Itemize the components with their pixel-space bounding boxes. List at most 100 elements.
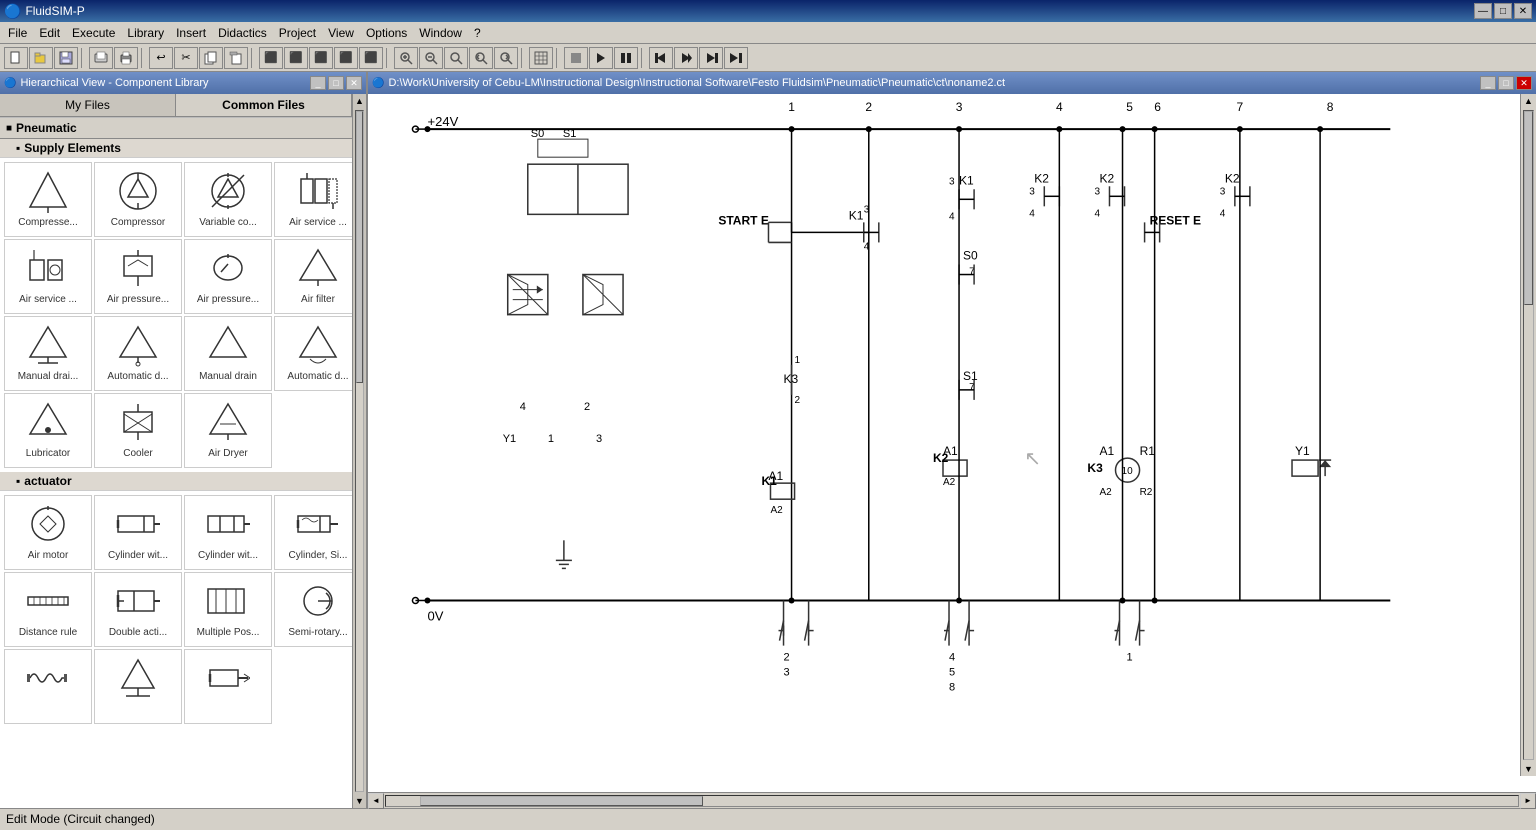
comp-manual-drain-1[interactable]: Manual drai... [4, 316, 92, 391]
close-button[interactable]: ✕ [1514, 3, 1532, 19]
diagram-maximize[interactable]: □ [1498, 76, 1514, 90]
fast-forward-button[interactable] [699, 47, 723, 69]
table-button[interactable] [529, 47, 553, 69]
subcat-actuator[interactable]: ▪ actuator [0, 472, 366, 491]
maximize-button[interactable]: □ [1494, 3, 1512, 19]
new-button[interactable] [4, 47, 28, 69]
svg-text:S0: S0 [963, 248, 978, 262]
comp-manual-drain-2[interactable]: Manual drain [184, 316, 272, 391]
pause-button[interactable] [614, 47, 638, 69]
menu-file[interactable]: File [2, 24, 33, 42]
tab-my-files[interactable]: My Files [0, 94, 176, 116]
v-scroll-up[interactable]: ▲ [1521, 94, 1536, 108]
zoom-next-button[interactable] [494, 47, 518, 69]
h-scroll-right[interactable]: ► [1520, 793, 1536, 809]
comp-air-pressure-gauge[interactable]: Air pressure... [184, 239, 272, 314]
align-right-button[interactable]: ⬛ [309, 47, 333, 69]
menu-edit[interactable]: Edit [33, 24, 66, 42]
undo-button[interactable]: ↩ [149, 47, 173, 69]
menu-options[interactable]: Options [360, 24, 413, 42]
zoom-prev-button[interactable] [469, 47, 493, 69]
menu-view[interactable]: View [322, 24, 360, 42]
comp-cylinder-2[interactable]: Cylinder wit... [184, 495, 272, 570]
circuit-diagram-area[interactable]: ▲ ▼ +24V 0V [368, 94, 1536, 792]
circuit-svg: +24V 0V 1 2 3 4 5 6 7 8 [368, 94, 1520, 776]
comp-actuator-10[interactable] [94, 649, 182, 724]
open-button[interactable] [29, 47, 53, 69]
comp-actuator-11[interactable] [184, 649, 272, 724]
cat-pneumatic[interactable]: ■ Pneumatic [0, 117, 366, 139]
comp-variable-compressor[interactable]: Variable co... [184, 162, 272, 237]
comp-automatic-drain-1[interactable]: Automatic d... [94, 316, 182, 391]
library-minimize[interactable]: _ [310, 76, 326, 90]
align-bottom-button[interactable]: ⬛ [359, 47, 383, 69]
comp-air-motor[interactable]: Air motor [4, 495, 92, 570]
comp-air-service-1[interactable]: Air service ... [274, 162, 362, 237]
comp-cylinder-si[interactable]: Cylinder, Si... [274, 495, 362, 570]
diagram-close[interactable]: ✕ [1516, 76, 1532, 90]
zoom-out-button[interactable] [419, 47, 443, 69]
comp-compressor[interactable]: Compressor [94, 162, 182, 237]
comp-distance-rule[interactable]: Distance rule [4, 572, 92, 647]
stop-button[interactable] [564, 47, 588, 69]
comp-automatic-drain-2[interactable]: Automatic d... [274, 316, 362, 391]
menu-window[interactable]: Window [413, 24, 468, 42]
comp-air-service-2[interactable]: Air service ... [4, 239, 92, 314]
lubricator-icon [24, 398, 72, 446]
svg-text:8: 8 [1327, 100, 1334, 114]
comp-lubricator[interactable]: Lubricator [4, 393, 92, 468]
v-scroll-thumb[interactable] [1524, 111, 1533, 305]
cut-button[interactable]: ✂ [174, 47, 198, 69]
menu-didactics[interactable]: Didactics [212, 24, 273, 42]
comp-actuator-9[interactable] [4, 649, 92, 724]
comp-air-pressure-switch[interactable]: Air pressure... [94, 239, 182, 314]
diagram-minimize[interactable]: _ [1480, 76, 1496, 90]
align-top-button[interactable]: ⬛ [334, 47, 358, 69]
h-scroll-thumb[interactable] [420, 796, 703, 806]
print-button[interactable] [114, 47, 138, 69]
cat-pneumatic-label: Pneumatic [16, 121, 77, 135]
menu-project[interactable]: Project [273, 24, 322, 42]
h-scroll-left[interactable]: ◄ [368, 793, 384, 809]
comp-air-filter[interactable]: Air filter [274, 239, 362, 314]
align-left-button[interactable]: ⬛ [259, 47, 283, 69]
step-back-button[interactable] [649, 47, 673, 69]
comp-cylinder-1[interactable]: Cylinder wit... [94, 495, 182, 570]
subcat-supply-elements[interactable]: ▪ Supply Elements [0, 139, 366, 158]
comp-multiple-pos[interactable]: Multiple Pos... [184, 572, 272, 647]
scroll-up-btn[interactable]: ▲ [353, 94, 366, 108]
comp-cooler[interactable]: Cooler [94, 393, 182, 468]
lib-scrollbar[interactable]: ▲ ▼ [352, 94, 366, 808]
comp-compressor-fixed[interactable]: Compresse... [4, 162, 92, 237]
v-scroll-down[interactable]: ▼ [1521, 762, 1536, 776]
menu-help[interactable]: ? [468, 24, 487, 42]
paste-button[interactable] [224, 47, 248, 69]
library-close[interactable]: ✕ [346, 76, 362, 90]
svg-text:A2: A2 [943, 477, 956, 488]
menu-library[interactable]: Library [121, 24, 170, 42]
save-button[interactable] [54, 47, 78, 69]
cylinder-si-icon [294, 500, 342, 548]
air-service-2-icon [24, 244, 72, 292]
zoom-in-button[interactable] [394, 47, 418, 69]
svg-text:8: 8 [949, 682, 955, 694]
step-forward-button[interactable] [674, 47, 698, 69]
tab-common-files[interactable]: Common Files [176, 94, 352, 116]
play-button[interactable] [589, 47, 613, 69]
copy-button[interactable] [199, 47, 223, 69]
menu-insert[interactable]: Insert [170, 24, 212, 42]
library-maximize[interactable]: □ [328, 76, 344, 90]
comp-semi-rotary[interactable]: Semi-rotary... [274, 572, 362, 647]
scroll-thumb[interactable] [356, 111, 363, 383]
print-preview-button[interactable] [89, 47, 113, 69]
zoom-fit-button[interactable] [444, 47, 468, 69]
comp-double-acti[interactable]: Double acti... [94, 572, 182, 647]
comp-air-dryer[interactable]: Air Dryer [184, 393, 272, 468]
menu-execute[interactable]: Execute [66, 24, 121, 42]
v-scrollbar[interactable]: ▲ ▼ [1520, 94, 1536, 776]
end-button[interactable] [724, 47, 748, 69]
scroll-down-btn[interactable]: ▼ [353, 794, 366, 808]
minimize-button[interactable]: — [1474, 3, 1492, 19]
align-center-button[interactable]: ⬛ [284, 47, 308, 69]
status-text: Edit Mode (Circuit changed) [6, 812, 155, 826]
